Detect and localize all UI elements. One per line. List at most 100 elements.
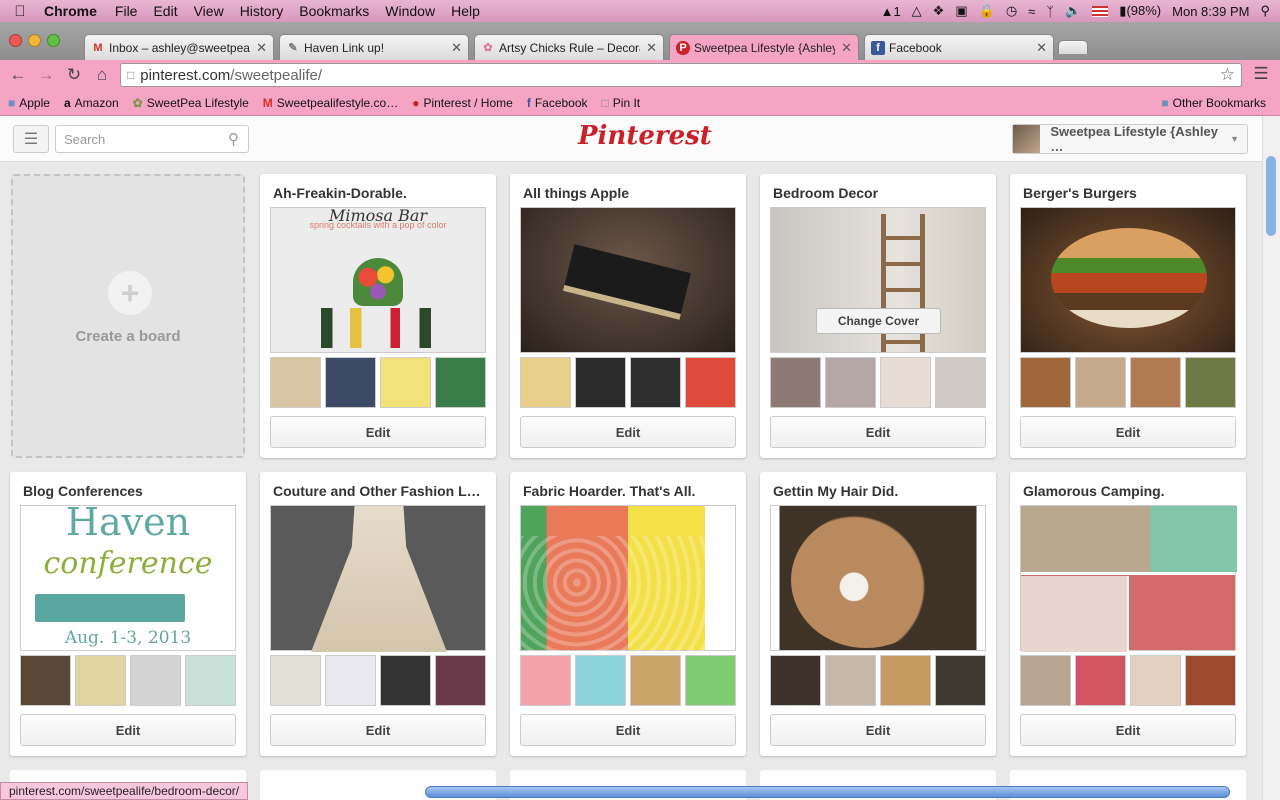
pin-thumbnail[interactable] (270, 357, 321, 408)
close-tab-icon[interactable]: ✕ (1036, 40, 1047, 56)
pin-thumbnail[interactable] (770, 357, 821, 408)
flag-icon[interactable] (1092, 5, 1109, 17)
tab-haven-link-up[interactable]: ✎ Haven Link up! ✕ (279, 34, 469, 60)
pin-thumbnail[interactable] (825, 655, 876, 706)
other-bookmarks[interactable]: ■ Other Bookmarks (1161, 96, 1266, 110)
tab-sweetpea-lifestyle[interactable]: P Sweetpea Lifestyle {Ashley… ✕ (669, 34, 859, 61)
tab-artsy-chicks[interactable]: ✿ Artsy Chicks Rule – Decora… ✕ (474, 34, 664, 60)
clock[interactable]: Mon 8:39 PM (1172, 4, 1249, 19)
board-card[interactable]: Couture and Other Fashion L… Edit (260, 472, 496, 756)
bookmark-sweetpealifestyle[interactable]: M Sweetpealifestyle.co… (263, 96, 398, 110)
pin-thumbnail[interactable] (1020, 357, 1071, 408)
horizontal-scrollbar[interactable] (425, 786, 1230, 798)
apple-icon[interactable]:  (0, 3, 40, 20)
board-cover[interactable] (1020, 505, 1237, 652)
close-tab-icon[interactable]: ✕ (646, 40, 657, 56)
edit-board-button[interactable]: Edit (20, 714, 236, 746)
home-icon[interactable]: ⌂ (88, 65, 116, 85)
bookmark-pinterest-home[interactable]: ● Pinterest / Home (412, 96, 513, 110)
pin-thumbnail[interactable] (825, 357, 876, 408)
edit-board-button[interactable]: Edit (520, 714, 736, 746)
board-card[interactable]: Ah-Freakin-Dorable. Mimosa Bar spring co… (260, 174, 496, 458)
app-menu-chrome[interactable]: Chrome (40, 3, 107, 19)
pin-thumbnail[interactable] (770, 655, 821, 706)
pin-thumbnail[interactable] (75, 655, 126, 706)
bookmark-amazon[interactable]: a Amazon (64, 96, 119, 110)
pin-thumbnail[interactable] (1185, 655, 1236, 706)
pin-thumbnail[interactable] (630, 655, 681, 706)
edit-board-button[interactable]: Edit (1020, 714, 1236, 746)
board-card[interactable]: All things Apple Edit (510, 174, 746, 458)
close-tab-icon[interactable]: ✕ (841, 40, 852, 56)
wifi-icon[interactable]: ≈ (1028, 4, 1035, 19)
disk-icon[interactable]: ▣ (955, 3, 967, 19)
pin-thumbnail[interactable] (520, 655, 571, 706)
menu-file[interactable]: File (107, 3, 146, 19)
close-tab-icon[interactable]: ✕ (256, 40, 267, 56)
pin-thumbnail[interactable] (1130, 655, 1181, 706)
battery-icon[interactable]: ▮(98%) (1119, 3, 1161, 19)
address-bar[interactable]: □ pinterest.com/sweetpealife/ ☆ (120, 63, 1242, 87)
pin-thumbnail[interactable] (880, 655, 931, 706)
edit-board-button[interactable]: Edit (270, 714, 486, 746)
time-machine-icon[interactable]: ◷ (1006, 3, 1017, 19)
tab-gmail[interactable]: M Inbox – ashley@sweetpeal… ✕ (84, 34, 274, 60)
board-card[interactable]: Blog Conferences Haven conference Aug. 1… (10, 472, 246, 756)
new-tab-button[interactable] (1058, 40, 1088, 54)
board-cover[interactable] (520, 207, 736, 353)
menu-bookmarks[interactable]: Bookmarks (291, 3, 377, 19)
minimize-window-button[interactable] (28, 34, 41, 47)
tab-facebook[interactable]: f Facebook ✕ (864, 34, 1054, 60)
pin-thumbnail[interactable] (1020, 655, 1071, 706)
spotlight-icon[interactable]: ⚲ (1260, 3, 1270, 19)
adobe-icon[interactable]: ▲1 (881, 4, 901, 19)
pin-thumbnail[interactable] (520, 357, 571, 408)
board-cover[interactable] (270, 505, 486, 652)
board-cover[interactable]: Mimosa Bar spring cocktails with a pop o… (270, 206, 486, 353)
menu-view[interactable]: View (186, 3, 232, 19)
menu-edit[interactable]: Edit (145, 3, 185, 19)
forward-arrow-icon[interactable]: → (32, 65, 60, 85)
board-card[interactable]: Gettin My Hair Did. Edit (760, 472, 996, 756)
close-tab-icon[interactable]: ✕ (451, 40, 462, 56)
edit-board-button[interactable]: Edit (520, 416, 736, 448)
search-input[interactable]: Search ⚲ (55, 125, 249, 153)
pin-thumbnail[interactable] (880, 357, 931, 408)
pin-thumbnail[interactable] (1130, 357, 1181, 408)
board-card[interactable]: Bedroom Decor Change Cover Edit (760, 174, 996, 458)
pin-thumbnail[interactable] (685, 655, 736, 706)
board-cover[interactable] (1020, 207, 1236, 353)
edit-board-button[interactable]: Edit (1020, 416, 1236, 448)
pin-thumbnail[interactable] (1075, 357, 1126, 408)
board-card[interactable]: Fabric Hoarder. That's All. Edit (510, 472, 746, 756)
pin-thumbnail[interactable] (1185, 357, 1236, 408)
search-icon[interactable]: ⚲ (228, 130, 239, 148)
menu-help[interactable]: Help (443, 3, 488, 19)
edit-board-button[interactable]: Edit (270, 416, 486, 448)
change-cover-button[interactable]: Change Cover (816, 308, 941, 334)
drive-icon[interactable]: △ (912, 3, 922, 19)
pin-thumbnail[interactable] (130, 655, 181, 706)
reload-icon[interactable]: ↻ (60, 65, 88, 85)
hamburger-menu-button[interactable]: ☰ (13, 125, 49, 153)
pin-thumbnail[interactable] (575, 655, 626, 706)
pin-thumbnail[interactable] (380, 655, 431, 706)
back-arrow-icon[interactable]: ← (4, 65, 32, 85)
create-board-tile[interactable]: + Create a board (11, 174, 245, 458)
chrome-menu-icon[interactable]: ☰ (1247, 64, 1275, 84)
lock-icon[interactable]: 🔒 (979, 3, 995, 19)
pin-thumbnail[interactable] (685, 357, 736, 408)
board-cover[interactable]: Change Cover (770, 207, 986, 353)
close-window-button[interactable] (9, 34, 22, 47)
user-menu-button[interactable]: Sweetpea Lifestyle {Ashley … ▼ (1012, 124, 1248, 154)
pin-thumbnail[interactable] (380, 357, 431, 408)
board-card[interactable]: Glamorous Camping. Edit (1010, 472, 1246, 756)
pinterest-logo[interactable]: Pinterest (578, 121, 712, 151)
pin-thumbnail[interactable] (935, 655, 986, 706)
pin-thumbnail[interactable] (325, 655, 376, 706)
board-cover[interactable] (520, 505, 736, 652)
pin-thumbnail[interactable] (935, 357, 986, 408)
edit-board-button[interactable]: Edit (770, 714, 986, 746)
bookmark-star-icon[interactable]: ☆ (1220, 65, 1235, 85)
board-card[interactable]: Berger's Burgers Edit (1010, 174, 1246, 458)
